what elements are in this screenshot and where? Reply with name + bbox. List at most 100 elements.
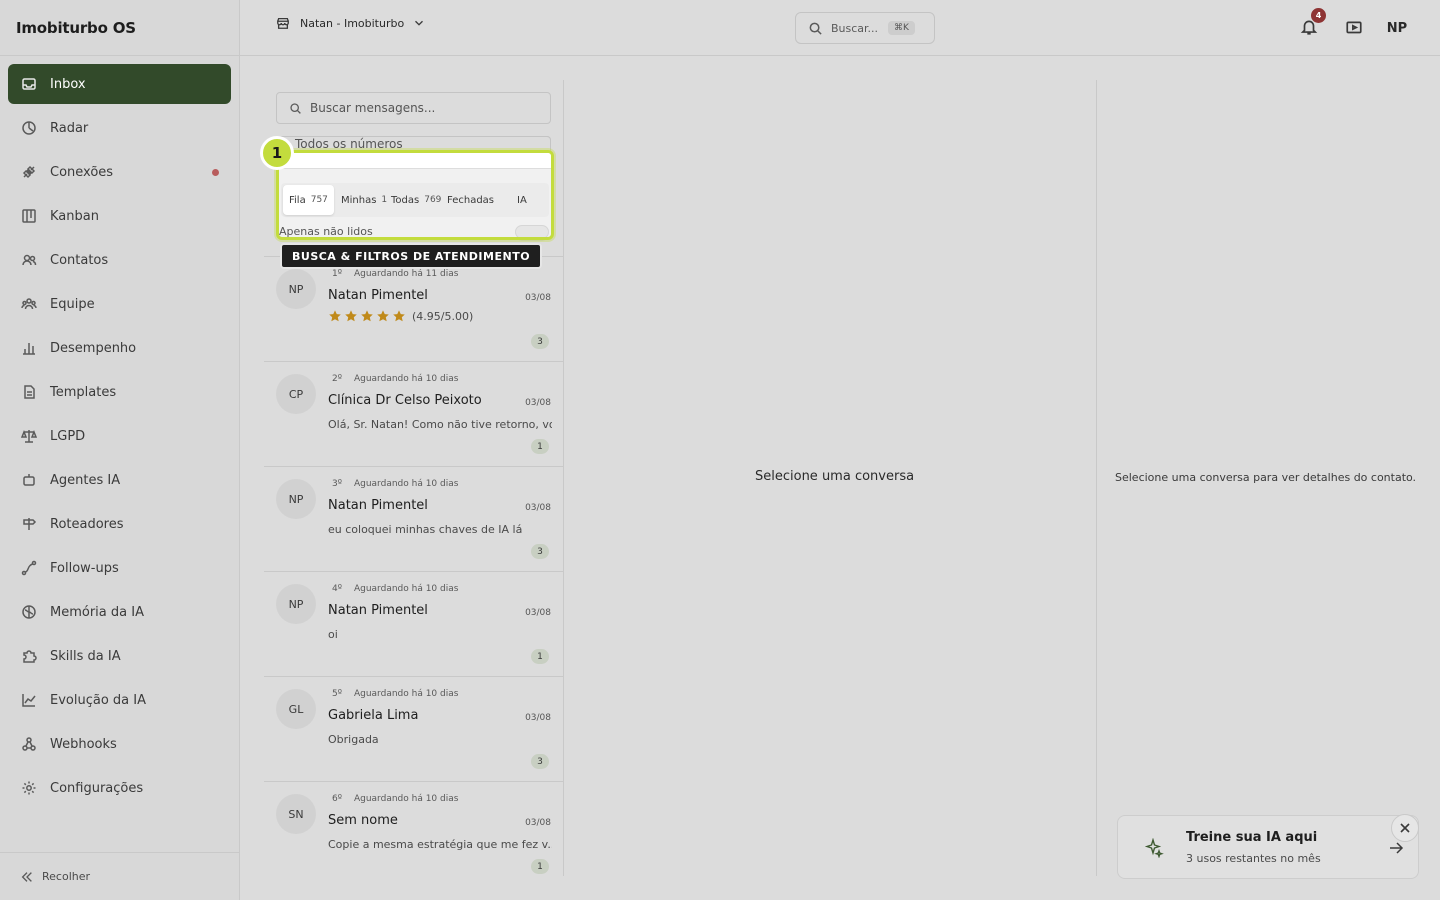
bot-icon bbox=[20, 471, 38, 489]
conversation-item[interactable]: GL 5º Aguardando há 10 dias Gabriela Lima… bbox=[264, 676, 563, 781]
sidebar-item-roteadores[interactable]: Roteadores bbox=[8, 504, 231, 544]
conversation-item[interactable]: NP 4º Aguardando há 10 dias Natan Pimente… bbox=[264, 571, 563, 676]
contact-avatar: CP bbox=[276, 374, 316, 414]
tab-label: Fila bbox=[289, 194, 306, 206]
waiting-time: Aguardando há 11 dias bbox=[353, 269, 459, 279]
empty-conversation-message: Selecione uma conversa bbox=[755, 469, 915, 484]
sidebar-item-label: Kanban bbox=[50, 208, 99, 224]
contact-name: Gabriela Lima bbox=[328, 708, 419, 723]
queue-meta: 4º Aguardando há 10 dias bbox=[332, 584, 458, 594]
message-preview: Obrigada bbox=[328, 733, 379, 746]
trend-icon bbox=[20, 691, 38, 709]
sidebar-item-agentes-ia[interactable]: Agentes IA bbox=[8, 460, 231, 500]
queue-position: 5º bbox=[332, 689, 342, 699]
sidebar-item-contatos[interactable]: Contatos bbox=[8, 240, 231, 280]
sidebar-item-follow-ups[interactable]: Follow-ups bbox=[8, 548, 231, 588]
message-search-placeholder: Buscar mensagens... bbox=[310, 101, 436, 115]
contact-avatar: SN bbox=[276, 794, 316, 834]
message-preview: Copie a mesma estratégia que me fez v... bbox=[328, 838, 552, 851]
sidebar-item-radar[interactable]: Radar bbox=[8, 108, 231, 148]
sidebar-item-label: Roteadores bbox=[50, 516, 124, 532]
sidebar-item-label: Desempenho bbox=[50, 340, 137, 356]
route-icon bbox=[20, 559, 38, 577]
tab-label: Fechadas bbox=[447, 194, 495, 206]
waiting-time: Aguardando há 10 dias bbox=[353, 479, 459, 489]
message-search-input[interactable]: Buscar mensagens... bbox=[276, 92, 551, 124]
sidebar-item-label: Webhooks bbox=[50, 736, 117, 752]
gear-icon bbox=[20, 779, 38, 797]
video-tutorial-button[interactable] bbox=[1345, 19, 1363, 41]
conversation-item[interactable]: NP 3º Aguardando há 10 dias Natan Pimente… bbox=[264, 466, 563, 571]
close-promo-button[interactable] bbox=[1391, 814, 1419, 842]
tab-ia[interactable]: IA bbox=[511, 185, 533, 215]
contact-name: Sem nome bbox=[328, 813, 398, 828]
promo-title: Treine sua IA aqui bbox=[1186, 830, 1318, 845]
conversation-date: 03/08 bbox=[525, 713, 551, 723]
contacts-icon bbox=[20, 251, 38, 269]
conversation-date: 03/08 bbox=[525, 293, 551, 303]
only-unread-toggle[interactable] bbox=[515, 225, 549, 237]
tour-highlight: Fila 757 Minhas 1 Todas 769 Fechadas IA Ape… bbox=[276, 150, 554, 240]
contact-avatar: NP bbox=[276, 584, 316, 624]
user-avatar[interactable]: NP bbox=[1382, 13, 1412, 43]
sidebar-item-evolucao-ia[interactable]: Evolução da IA bbox=[8, 680, 231, 720]
tab-label: Minhas bbox=[341, 194, 377, 206]
number-filter-edge bbox=[279, 153, 551, 169]
sidebar-item-label: Contatos bbox=[50, 252, 109, 268]
sidebar-item-label: Agentes IA bbox=[50, 472, 121, 488]
document-icon bbox=[20, 383, 38, 401]
sidebar-item-webhooks[interactable]: Webhooks bbox=[8, 724, 231, 764]
conversation-item[interactable]: NP 1º Aguardando há 11 dias Natan Pimente… bbox=[264, 256, 563, 361]
sidebar-item-configuracoes[interactable]: Configurações bbox=[8, 768, 231, 808]
waiting-time: Aguardando há 10 dias bbox=[353, 374, 459, 384]
tour-tooltip: BUSCA & FILTROS DE ATENDIMENTO bbox=[280, 243, 543, 269]
notifications-button[interactable]: 4 bbox=[1300, 8, 1326, 40]
waiting-time: Aguardando há 10 dias bbox=[353, 794, 459, 804]
tab-fechadas[interactable]: Fechadas bbox=[441, 185, 500, 215]
chevron-down-icon bbox=[415, 20, 424, 26]
store-icon bbox=[277, 17, 289, 29]
queue-position: 4º bbox=[332, 584, 342, 594]
collapse-sidebar-button[interactable]: Recolher bbox=[0, 852, 239, 900]
sidebar-item-inbox[interactable]: Inbox bbox=[8, 64, 231, 104]
promo-subtitle: 3 usos restantes no mês bbox=[1186, 852, 1321, 865]
message-preview: eu coloquei minhas chaves de IA lá bbox=[328, 523, 523, 536]
train-ai-card[interactable]: Treine sua IA aqui 3 usos restantes no m… bbox=[1117, 815, 1419, 879]
tab-fila[interactable]: Fila 757 bbox=[283, 185, 334, 215]
brain-icon bbox=[20, 603, 38, 621]
conversation-date: 03/08 bbox=[525, 608, 551, 618]
details-empty-message: Selecione uma conversa para ver detalhes… bbox=[1115, 471, 1417, 484]
sidebar-item-skills-ia[interactable]: Skills da IA bbox=[8, 636, 231, 676]
sidebar-item-desempenho[interactable]: Desempenho bbox=[8, 328, 231, 368]
sidebar-item-memoria-ia[interactable]: Memória da IA bbox=[8, 592, 231, 632]
queue-position: 6º bbox=[332, 794, 342, 804]
queue-meta: 5º Aguardando há 10 dias bbox=[332, 689, 458, 699]
star-icon bbox=[361, 310, 373, 322]
sidebar-item-kanban[interactable]: Kanban bbox=[8, 196, 231, 236]
conversation-item[interactable]: SN 6º Aguardando há 10 dias Sem nome 03/0… bbox=[264, 781, 563, 876]
sidebar-item-lgpd[interactable]: LGPD bbox=[8, 416, 231, 456]
sidebar-item-label: Evolução da IA bbox=[50, 692, 146, 708]
unread-count: 3 bbox=[531, 544, 549, 559]
workspace-selector[interactable]: Natan - Imobiturbo bbox=[276, 16, 426, 30]
contact-name: Natan Pimentel bbox=[328, 288, 428, 303]
waiting-time: Aguardando há 10 dias bbox=[353, 689, 459, 699]
message-preview: Olá, Sr. Natan! Como não tive retorno, v… bbox=[328, 418, 552, 431]
unread-count: 1 bbox=[531, 439, 549, 454]
tab-count: 769 bbox=[424, 195, 442, 205]
queue-meta: 3º Aguardando há 10 dias bbox=[332, 479, 458, 489]
tab-todas[interactable]: Todas 769 bbox=[385, 185, 447, 215]
signpost-icon bbox=[20, 515, 38, 533]
conversation-item[interactable]: CP 2º Aguardando há 10 dias Clínica Dr Ce… bbox=[264, 361, 563, 466]
sidebar-item-conexoes[interactable]: Conexões bbox=[8, 152, 231, 192]
rating: (4.95/5.00) bbox=[328, 309, 473, 323]
sidebar-item-equipe[interactable]: Equipe bbox=[8, 284, 231, 324]
queue-position: 2º bbox=[332, 374, 342, 384]
scale-icon bbox=[20, 427, 38, 445]
sidebar-item-templates[interactable]: Templates bbox=[8, 372, 231, 412]
waiting-time: Aguardando há 10 dias bbox=[353, 584, 459, 594]
puzzle-icon bbox=[20, 647, 38, 665]
star-icon bbox=[345, 310, 357, 322]
global-search[interactable]: Buscar... ⌘K bbox=[795, 12, 935, 44]
message-preview: oi bbox=[328, 628, 338, 641]
